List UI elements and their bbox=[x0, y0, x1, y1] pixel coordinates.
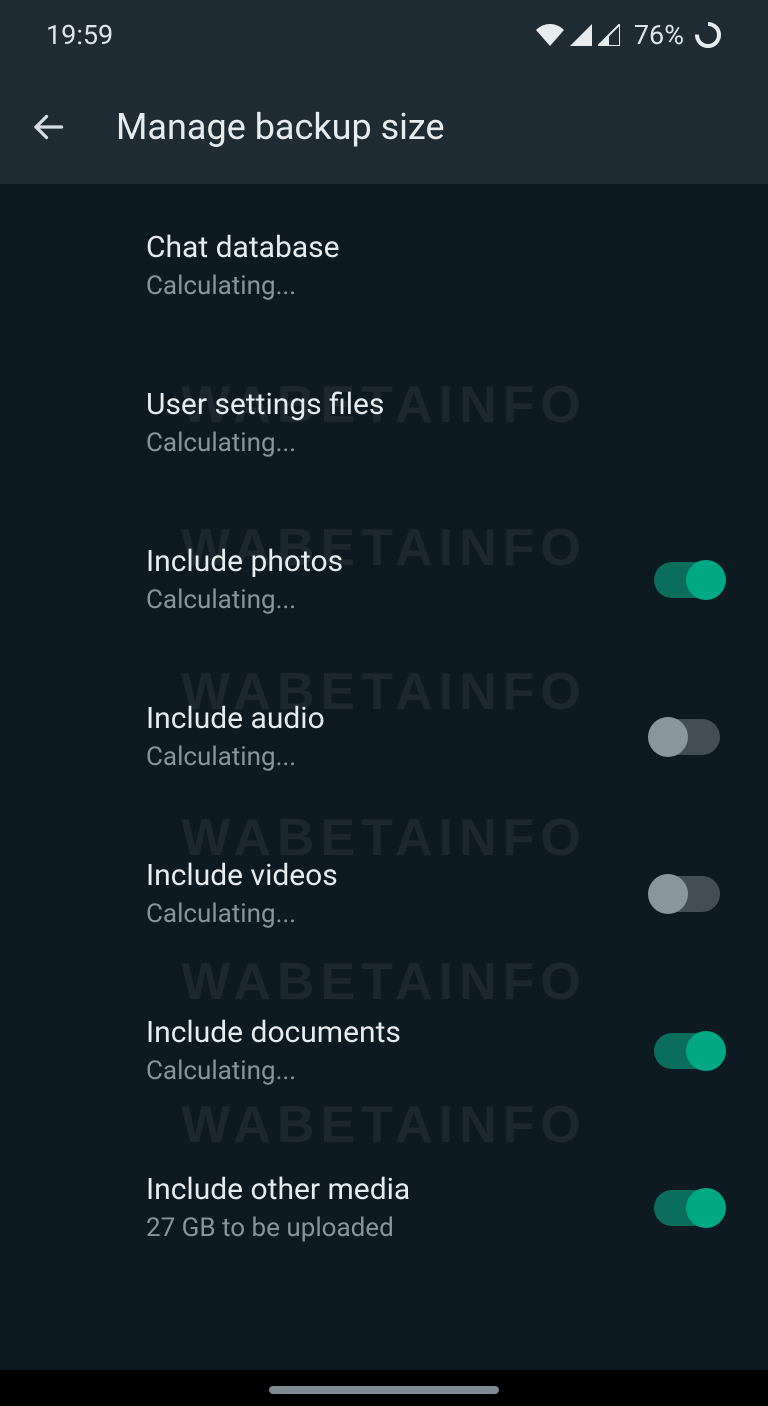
row-user-settings-files[interactable]: User settings files Calculating... bbox=[0, 361, 768, 484]
row-title: Include other media bbox=[146, 1172, 654, 1207]
wifi-icon bbox=[536, 24, 564, 46]
row-include-other-media[interactable]: Include other media 27 GB to be uploaded bbox=[0, 1146, 768, 1269]
row-include-documents[interactable]: Include documents Calculating... bbox=[0, 989, 768, 1112]
row-subtitle: Calculating... bbox=[146, 585, 654, 615]
row-subtitle: Calculating... bbox=[146, 1056, 654, 1086]
row-title: Include videos bbox=[146, 858, 654, 893]
row-subtitle: 27 GB to be uploaded bbox=[146, 1213, 654, 1243]
row-chat-database[interactable]: Chat database Calculating... bbox=[0, 204, 768, 327]
status-time: 19:59 bbox=[46, 19, 113, 51]
signal-icon bbox=[570, 24, 592, 46]
row-subtitle: Calculating... bbox=[146, 742, 654, 772]
row-subtitle: Calculating... bbox=[146, 271, 720, 301]
row-include-photos[interactable]: Include photos Calculating... bbox=[0, 518, 768, 641]
page-title: Manage backup size bbox=[116, 106, 445, 148]
toggle-include-audio[interactable] bbox=[654, 719, 720, 755]
arrow-back-icon bbox=[30, 109, 66, 145]
toggle-include-documents[interactable] bbox=[654, 1033, 720, 1069]
row-title: Chat database bbox=[146, 230, 720, 265]
signal-icon-2 bbox=[598, 24, 620, 46]
row-title: User settings files bbox=[146, 387, 720, 422]
toggle-include-videos[interactable] bbox=[654, 876, 720, 912]
battery-percent: 76% bbox=[634, 19, 684, 51]
toggle-include-photos[interactable] bbox=[654, 562, 720, 598]
status-bar: 19:59 76% bbox=[0, 0, 768, 70]
battery-ring-icon bbox=[694, 21, 722, 49]
row-title: Include photos bbox=[146, 544, 654, 579]
status-right: 76% bbox=[536, 19, 722, 51]
toggle-include-other-media[interactable] bbox=[654, 1190, 720, 1226]
row-subtitle: Calculating... bbox=[146, 899, 654, 929]
back-button[interactable] bbox=[20, 99, 76, 155]
row-subtitle: Calculating... bbox=[146, 428, 720, 458]
app-bar: Manage backup size bbox=[0, 70, 768, 184]
row-title: Include documents bbox=[146, 1015, 654, 1050]
row-include-videos[interactable]: Include videos Calculating... bbox=[0, 832, 768, 955]
row-include-audio[interactable]: Include audio Calculating... bbox=[0, 675, 768, 798]
row-title: Include audio bbox=[146, 701, 654, 736]
nav-pill[interactable] bbox=[269, 1386, 499, 1394]
settings-list: Chat database Calculating... User settin… bbox=[0, 184, 768, 1269]
